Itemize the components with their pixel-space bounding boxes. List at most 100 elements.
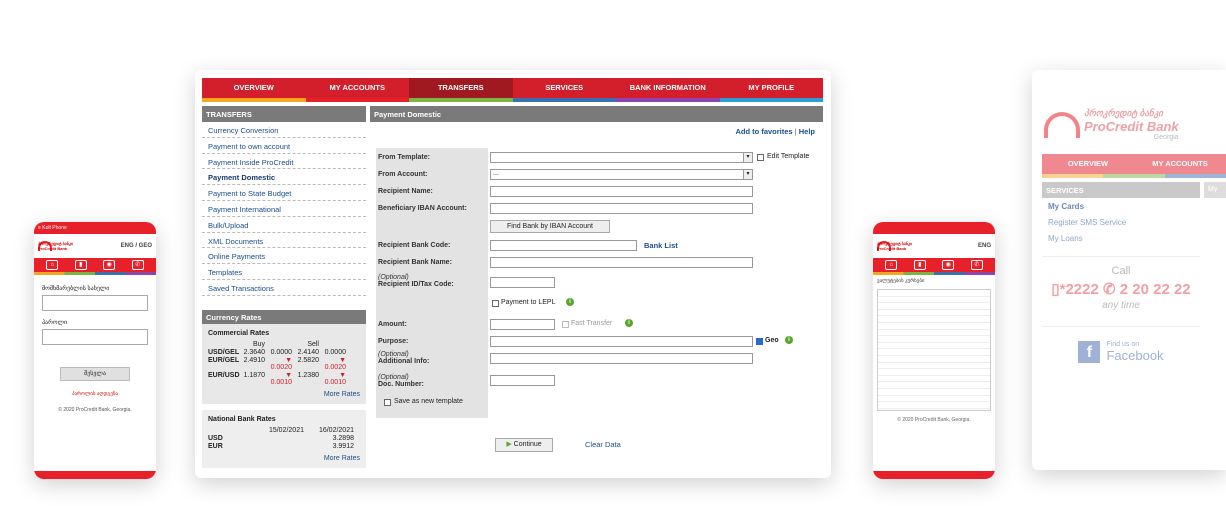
language-switch[interactable]: ENG / GEO [121,243,152,249]
rate-sell: 2.5820 [297,356,319,364]
sidebar-item-register-sms[interactable]: Register SMS Service [1042,214,1200,230]
forgot-password-link[interactable]: პაროლის აღდგენა [42,391,148,397]
long-number[interactable]: 2 20 22 22 [1120,281,1191,298]
fast-transfer-checkbox[interactable] [562,321,569,328]
edit-template-label: Edit Template [767,153,810,160]
rate-sell: 1.2380 [297,371,319,379]
sidebar-item-payment-state-budget[interactable]: Payment to State Budget [202,185,366,201]
sidebar-item-online-payments[interactable]: Online Payments [202,248,366,265]
recipient-bank-name-input[interactable] [490,257,753,268]
beneficiary-iban-input[interactable] [490,203,753,214]
recipient-bank-code-input[interactable] [490,240,637,251]
phone-header: პროკრედიტ ბანკი ProCredit Bank ENG / GEO [34,234,156,258]
nav-overview[interactable]: OVERVIEW [202,78,306,98]
table-row [878,290,990,297]
nav-my-profile[interactable]: MY PROFILE [720,78,824,98]
rate-buy-change: 0.0000 [270,348,292,356]
facebook-box[interactable]: f Find us on Facebook [1042,326,1200,376]
location-icon[interactable]: ◉ [942,260,955,270]
phone-icon[interactable]: ✆ [970,260,983,270]
commercial-rates-title: Commercial Rates [208,329,270,337]
facebook-icon: f [1078,340,1101,363]
brand-country: Georgia [1153,134,1179,141]
recipient-bank-code-label: Recipient Bank Code: [378,242,451,249]
login-button[interactable]: შესვლა [60,367,130,381]
payment-lepl-checkbox[interactable] [492,300,499,307]
doc-number-input[interactable] [490,375,555,386]
username-input[interactable] [42,295,148,311]
copyright: © 2020 ProCredit Bank, Georgia. [58,407,132,413]
sidebar-item-payment-inside-procredit[interactable]: Payment Inside ProCredit [202,154,366,170]
more-rates-link[interactable]: More Rates [208,391,360,398]
amount-input[interactable] [490,319,555,330]
sidebar-item-payment-domestic[interactable]: Payment Domestic [202,169,366,186]
rate-buy-change: 0.0020 [270,363,292,371]
sidebar-item-my-cards[interactable]: My Cards [1042,198,1200,214]
sidebar-item-my-loans[interactable]: My Loans [1042,230,1200,246]
procredit-logo: პროკრედიტ ბანკი ProCredit Bank [38,241,73,251]
sidebar-item-currency-conversion[interactable]: Currency Conversion [202,122,366,138]
procredit-logo-large: პროკრედიტ ბანკი ProCredit Bank Georgia [1044,108,1179,141]
top-navigation: OVERVIEW MY ACCOUNTS TRANSFERS SERVICES … [202,78,823,98]
national-value: 3.9912 [332,442,354,450]
save-template-checkbox[interactable] [384,399,391,406]
sidebar-item-payment-international[interactable]: Payment International [202,201,366,217]
chart-icon[interactable]: ▮ [74,260,87,270]
table-row [878,376,990,383]
content-header: Payment Domestic [370,106,823,122]
nav-transfers[interactable]: TRANSFERS [409,78,513,98]
national-date-2: 16/02/2021 [318,426,354,434]
nav-services[interactable]: SERVICES [513,78,617,98]
purpose-input[interactable] [490,336,753,347]
sidebar-item-bulk-upload[interactable]: Bulk/Upload [202,217,366,233]
logo-arc-icon [1044,111,1080,138]
help-link[interactable]: Help [799,127,815,136]
clear-data-link[interactable]: Clear Data [585,440,621,449]
bank-list-link[interactable]: Bank List [644,241,678,250]
far-right-screen: პროკრედიტ ბანკი ProCredit Bank Georgia O… [1032,70,1226,470]
info-icon[interactable]: i [785,336,793,344]
additional-info-input[interactable] [490,353,753,364]
phone-icon-bar: ⌂ ▮ ◉ ✆ [34,258,156,272]
recipient-name-input[interactable] [490,186,753,197]
facebook-label: Facebook [1106,347,1164,363]
location-icon[interactable]: ◉ [103,260,116,270]
sidebar-header: TRANSFERS [202,106,366,122]
short-number[interactable]: *2222 [1060,281,1099,298]
rate-sell-change: 0.0010 [324,378,346,386]
more-rates-link-2[interactable]: More Rates [208,455,360,462]
from-template-select[interactable] [490,152,753,163]
nav-my-accounts[interactable]: MY ACCOUNTS [1134,154,1226,174]
rate-row: USD/GEL 2.3640 0.0000 2.4140 0.0000 [208,349,360,356]
edit-template-checkbox[interactable] [757,154,764,161]
beneficiary-iban-label: Beneficiary IBAN Account: [378,205,467,212]
nav-bank-information[interactable]: BANK INFORMATION [616,78,720,98]
find-bank-by-iban-button[interactable]: Find Bank by IBAN Account [490,220,610,233]
password-input[interactable] [42,329,148,345]
rate-sell: 2.4140 [297,348,319,356]
info-icon[interactable]: i [566,298,574,306]
geo-checkbox[interactable] [756,338,763,345]
sidebar-item-xml-documents[interactable]: XML Documents [202,233,366,249]
sidebar-item-templates[interactable]: Templates [202,264,366,280]
recipient-id-input[interactable] [490,277,555,288]
from-account-select[interactable]: ... [490,169,753,180]
phone-icon[interactable]: ✆ [131,260,144,270]
table-row [878,343,990,350]
add-to-favorites-link[interactable]: Add to favorites [736,127,793,136]
home-icon[interactable]: ⌂ [885,260,898,270]
brand-name: ProCredit Bank [877,246,907,251]
info-icon[interactable]: i [625,319,633,327]
continue-button[interactable]: ▶ Continue [495,438,553,452]
table-row [878,356,990,363]
sidebar-item-saved-transactions[interactable]: Saved Transactions [202,280,366,296]
language-switch[interactable]: ENG [978,243,991,249]
chart-icon[interactable]: ▮ [913,260,926,270]
home-icon[interactable]: ⌂ [46,260,59,270]
currency-rates-header: Currency Rates [202,309,366,324]
nav-my-accounts[interactable]: MY ACCOUNTS [306,78,410,98]
from-template-label: From Template: [378,154,430,161]
sidebar-item-payment-own-account[interactable]: Payment to own account [202,138,366,154]
nav-bar-6 [719,98,823,102]
nav-overview[interactable]: OVERVIEW [1042,154,1134,174]
